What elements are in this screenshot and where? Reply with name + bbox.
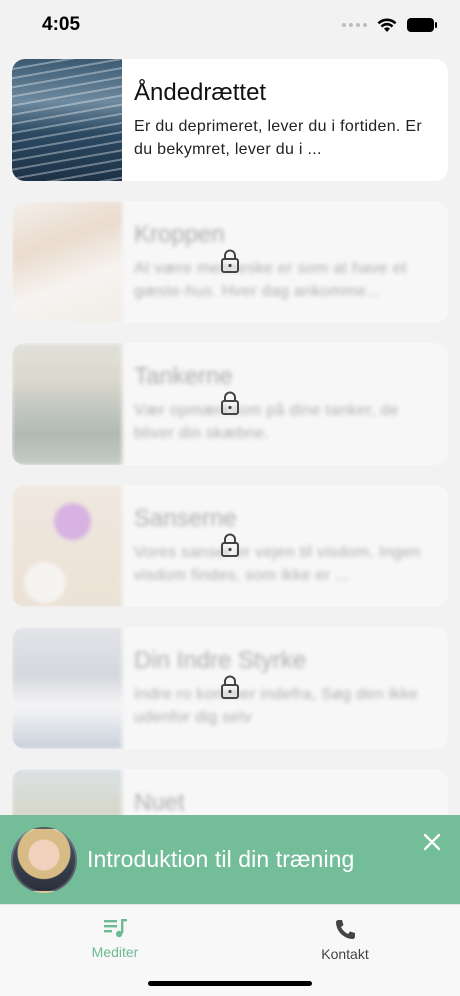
tab-kontakt[interactable]: Kontakt	[285, 917, 405, 962]
mountain-image	[12, 627, 122, 749]
card-title: Sanserne	[134, 505, 237, 532]
close-icon[interactable]	[423, 833, 441, 851]
playlist-music-icon	[104, 919, 127, 938]
meditation-card-tankerne[interactable]: Tankerne Vær opmærksom på dine tanker, d…	[12, 343, 448, 465]
meditation-card-andedraettet[interactable]: Åndedrættet Er du deprimeret, lever du i…	[12, 59, 448, 181]
card-title: Kroppen	[134, 221, 225, 248]
status-icons	[342, 16, 437, 34]
card-description: Er du deprimeret, lever du i fortiden. E…	[134, 118, 422, 158]
meditation-card-sanserne[interactable]: Sanserne Vores sanser er vejen til visdo…	[12, 485, 448, 607]
intro-banner[interactable]: Introduktion til din træning	[0, 815, 460, 904]
status-bar: 4:05	[0, 0, 460, 50]
tab-label: Mediter	[91, 944, 139, 960]
lock-icon	[221, 391, 239, 415]
card-description: Vores sanser er vejen til visdom. Ingen …	[134, 544, 421, 584]
card-description: At være menneske er som at have et gæste…	[134, 260, 407, 300]
lock-icon	[221, 249, 239, 273]
banner-title: Introduktion til din træning	[87, 846, 355, 872]
avatar	[11, 826, 77, 893]
ocean-water-image	[12, 59, 122, 181]
card-title: Nuet	[134, 789, 185, 816]
orchid-image	[12, 485, 122, 607]
card-title: Din Indre Styrke	[134, 647, 307, 674]
lock-icon	[221, 675, 239, 699]
tab-label: Kontakt	[321, 946, 369, 962]
meditation-card-kroppen[interactable]: Kroppen At være menneske er som at have …	[12, 201, 448, 323]
card-title: Tankerne	[134, 363, 233, 390]
meditation-list: Åndedrættet Er du deprimeret, lever du i…	[12, 59, 448, 911]
card-description: Vær opmærksom på dine tanker, de bliver …	[134, 402, 399, 442]
cellular-signal-icon	[342, 23, 367, 27]
phone-icon	[336, 920, 355, 939]
lake-image	[12, 343, 122, 465]
home-indicator	[148, 981, 312, 986]
battery-icon	[407, 18, 437, 32]
tab-mediter[interactable]: Mediter	[55, 915, 175, 960]
lock-icon	[221, 533, 239, 557]
card-description: Indre ro kommer indefra, Søg den ikke ud…	[134, 686, 419, 726]
card-title: Åndedrættet	[134, 79, 267, 106]
meditation-card-din-indre-styrke[interactable]: Din Indre Styrke Indre ro kommer indefra…	[12, 627, 448, 749]
spa-body-image	[12, 201, 122, 323]
status-time: 4:05	[42, 14, 81, 35]
wifi-icon	[377, 17, 397, 32]
